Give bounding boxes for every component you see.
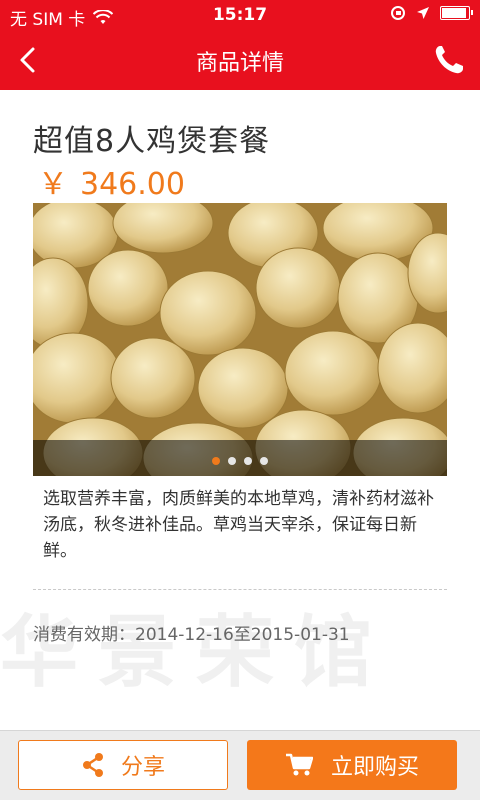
product-description: 选取营养丰富，肉质鲜美的本地草鸡，清补药材滋补汤底，秋冬进补佳品。草鸡当天宰杀，… <box>43 489 434 561</box>
phone-icon[interactable] <box>432 43 466 77</box>
location-icon <box>417 7 429 19</box>
price-value: 346.00 <box>80 167 185 202</box>
bottom-action-bar: 分享 立即购买 <box>0 730 480 800</box>
validity-period: 消费有效期：2014-12-16至2015-01-31 <box>33 625 350 645</box>
share-button[interactable]: 分享 <box>18 740 228 790</box>
carousel-dot[interactable] <box>244 457 252 465</box>
nav-bar: 商品详情 <box>0 30 480 90</box>
carousel-dot[interactable] <box>260 457 268 465</box>
carousel-dot[interactable] <box>212 457 220 465</box>
product-image-carousel[interactable] <box>33 203 447 476</box>
rotation-lock-icon <box>391 6 405 20</box>
carousel-indicator <box>33 457 447 465</box>
product-detail-card: 超值8人鸡煲套餐 ￥ 346.00 选取营养丰富，肉质鲜美的本地草鸡，清补药材滋… <box>0 90 480 730</box>
watermark-logo: 华景荣馆 <box>0 607 393 698</box>
status-bar: 无 SIM 卡 15:17 <box>0 0 480 30</box>
cart-icon <box>285 753 313 776</box>
battery-icon <box>440 6 473 20</box>
carousel-dot[interactable] <box>228 457 236 465</box>
product-price: ￥ 346.00 <box>38 159 185 203</box>
share-label: 分享 <box>120 755 165 780</box>
page-title: 商品详情 <box>195 51 284 76</box>
buy-label: 立即购买 <box>330 755 419 780</box>
buy-now-button[interactable]: 立即购买 <box>247 740 457 790</box>
share-icon <box>82 753 103 777</box>
currency-symbol: ￥ <box>38 167 68 202</box>
status-right <box>390 5 473 21</box>
product-title: 超值8人鸡煲套餐 <box>33 124 271 159</box>
product-photo <box>33 203 447 476</box>
